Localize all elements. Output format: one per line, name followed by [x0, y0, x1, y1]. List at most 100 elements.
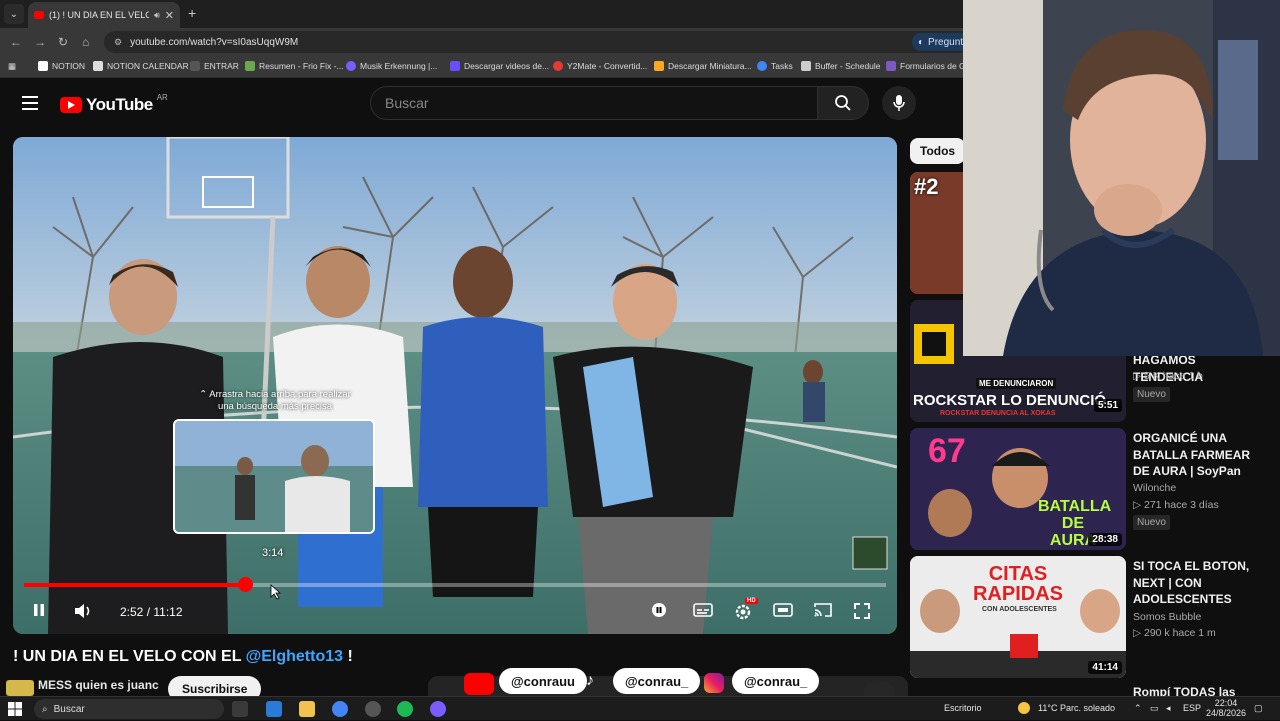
- site-info-icon[interactable]: ⚙︎: [114, 37, 122, 48]
- preview-time-label: 3:14: [262, 547, 284, 559]
- thumbnail-text: ROCKSTAR LO DENUNCIÓ: [913, 392, 1107, 409]
- pause-button[interactable]: [31, 602, 47, 618]
- related-video-title[interactable]: SI TOCA EL BOTON, NEXT | CON ADOLESCENTE…: [1133, 558, 1263, 608]
- volume-button[interactable]: [73, 602, 93, 620]
- bookmark-label: Tasks: [771, 61, 793, 71]
- related-video-thumbnail[interactable]: CITAS RAPIDAS CON ADOLESCENTES 41:14: [910, 556, 1126, 678]
- tray-chevron-icon[interactable]: ⌃: [1134, 703, 1142, 714]
- bookmark-resumen[interactable]: Resumen - Frio Fix -...: [245, 61, 344, 71]
- chrome-icon[interactable]: [332, 701, 348, 717]
- pause-icon: [34, 604, 44, 616]
- clock-date: 24/8/2026: [1206, 708, 1247, 718]
- social-handle-chip: @conrau_: [732, 668, 820, 694]
- hamburger-menu-icon[interactable]: [22, 96, 38, 110]
- instagram-icon: [704, 673, 724, 693]
- file-explorer-icon[interactable]: [299, 701, 315, 717]
- bookmark-buffer[interactable]: Buffer - Schedule: [801, 61, 881, 71]
- speaker-tray-icon[interactable]: ◂: [1166, 703, 1171, 714]
- title-mention-link[interactable]: @Elghetto13: [246, 648, 343, 665]
- theater-icon: [773, 603, 793, 617]
- bookmark-tasks[interactable]: Tasks: [757, 61, 793, 71]
- youtube-favicon-icon: [34, 11, 44, 19]
- notifications-icon[interactable]: ▢: [1254, 703, 1263, 714]
- thumbnail-text: #2: [914, 174, 939, 199]
- cast-button[interactable]: [813, 602, 833, 618]
- related-video-channel[interactable]: Wilonche: [1133, 482, 1176, 494]
- language-indicator[interactable]: ESP: [1183, 703, 1201, 713]
- related-video-channel[interactable]: Somos Bubble: [1133, 611, 1201, 623]
- hd-badge: HD: [745, 598, 758, 604]
- reload-icon[interactable]: ↻: [58, 35, 68, 49]
- clock-time: 22:04: [1214, 698, 1238, 708]
- speaker-icon[interactable]: 🔊︎: [154, 10, 160, 21]
- desktop-toolbar-label[interactable]: Escritorio: [944, 703, 982, 713]
- home-icon[interactable]: ⌂: [82, 35, 89, 49]
- progress-bar[interactable]: [24, 583, 886, 587]
- clock[interactable]: 22:04 24/8/2026: [1206, 698, 1246, 718]
- new-tab-button[interactable]: +: [188, 5, 196, 21]
- search-icon: [835, 95, 851, 111]
- channel-name[interactable]: MESS quien es juanc: [38, 678, 159, 692]
- search-input[interactable]: Buscar: [370, 86, 818, 120]
- thumbnail-text: 67: [928, 432, 966, 470]
- gemini-ask-button[interactable]: ◐ Pregunt: [912, 33, 970, 51]
- spotify-icon[interactable]: [397, 701, 413, 717]
- network-icon[interactable]: ▭: [1150, 703, 1159, 714]
- search-icon: ⌕: [42, 703, 48, 715]
- search-button[interactable]: [817, 86, 869, 120]
- preview-frame: [175, 421, 373, 532]
- tab-search-button[interactable]: ⌄: [4, 4, 24, 24]
- address-bar[interactable]: ⚙︎ youtube.com/watch?v=sI0asUqqW9M: [104, 31, 974, 53]
- related-video-thumbnail[interactable]: 67 BATALLA DE AURA 28:38: [910, 428, 1126, 550]
- forward-arrow-icon[interactable]: →: [34, 35, 46, 49]
- bookmark-miniatura[interactable]: Descargar Miniatura...: [654, 61, 752, 71]
- bookmark-notion[interactable]: NOTION: [38, 61, 85, 71]
- bookmark-notion-calendar[interactable]: NOTION CALENDAR: [93, 61, 189, 71]
- bookmark-label: NOTION CALENDAR: [107, 61, 189, 71]
- theater-mode-button[interactable]: [773, 602, 793, 618]
- more-actions-button[interactable]: [864, 682, 894, 696]
- voice-search-button[interactable]: [882, 86, 916, 120]
- youtube-logo[interactable]: YouTube AR: [60, 92, 168, 115]
- bookmark-label: Formularios de Go: [900, 61, 971, 71]
- related-video-title[interactable]: Rompí TODAS las: [1133, 684, 1263, 696]
- tab-title: (1) ! UN DIA EN EL VELO CO: [49, 10, 150, 20]
- browser-tab-active[interactable]: (1) ! UN DIA EN EL VELO CO 🔊︎ ✕: [28, 2, 180, 28]
- thumbnail-text: CITAS RAPIDAS: [972, 563, 1063, 605]
- subtitles-button[interactable]: [693, 602, 713, 618]
- close-tab-icon[interactable]: ✕: [165, 9, 174, 22]
- taskbar-search-label: Buscar: [53, 703, 85, 715]
- windows-start-icon[interactable]: [8, 702, 22, 716]
- channel-avatar[interactable]: [6, 680, 34, 696]
- messenger-icon[interactable]: [430, 701, 446, 717]
- related-video-meta: ▷ 290 k hace 1 m: [1133, 627, 1216, 639]
- taskbar-search-input[interactable]: ⌕ Buscar: [34, 699, 224, 719]
- back-arrow-icon[interactable]: ←: [10, 35, 22, 49]
- microsoft-store-icon[interactable]: [266, 701, 282, 717]
- weather-text[interactable]: 11°C Parc. soleado: [1038, 703, 1115, 713]
- bookmark-descargar-videos[interactable]: Descargar videos de...: [450, 61, 549, 71]
- autoplay-toggle[interactable]: [651, 602, 667, 618]
- bookmark-musik[interactable]: Musik Erkennung |...: [346, 61, 437, 71]
- fullscreen-button[interactable]: [853, 602, 871, 620]
- leaf-icon: [245, 61, 255, 71]
- image-icon: [654, 61, 664, 71]
- settings-button[interactable]: HD: [733, 598, 758, 622]
- calendar-icon: [93, 61, 103, 71]
- bookmark-entrar[interactable]: ENTRAR: [190, 61, 239, 71]
- task-view-icon[interactable]: [232, 701, 248, 717]
- tasks-icon: [757, 61, 767, 71]
- subtitles-icon: [693, 603, 713, 617]
- social-handle-chip: @conrauu: [499, 668, 587, 694]
- bookmark-y2mate[interactable]: Y2Mate - Convertid...: [553, 61, 647, 71]
- obs-icon[interactable]: [365, 701, 381, 717]
- country-code: AR: [156, 92, 168, 102]
- apps-grid-icon[interactable]: ▦: [8, 61, 16, 72]
- drag-up-hint: ⌃ Arrastra hacia arriba para realizar un…: [199, 389, 351, 412]
- related-video-title[interactable]: ORGANICÉ UNA BATALLA FARMEAR DE AURA | S…: [1133, 430, 1263, 480]
- webcam-overlay: [963, 0, 1280, 356]
- progress-scrubber-handle[interactable]: [237, 577, 253, 592]
- video-player[interactable]: ⌃ Arrastra hacia arriba para realizar un…: [13, 137, 897, 634]
- bookmark-formularios[interactable]: Formularios de Go: [886, 61, 970, 71]
- filter-chip-all[interactable]: Todos: [910, 138, 966, 164]
